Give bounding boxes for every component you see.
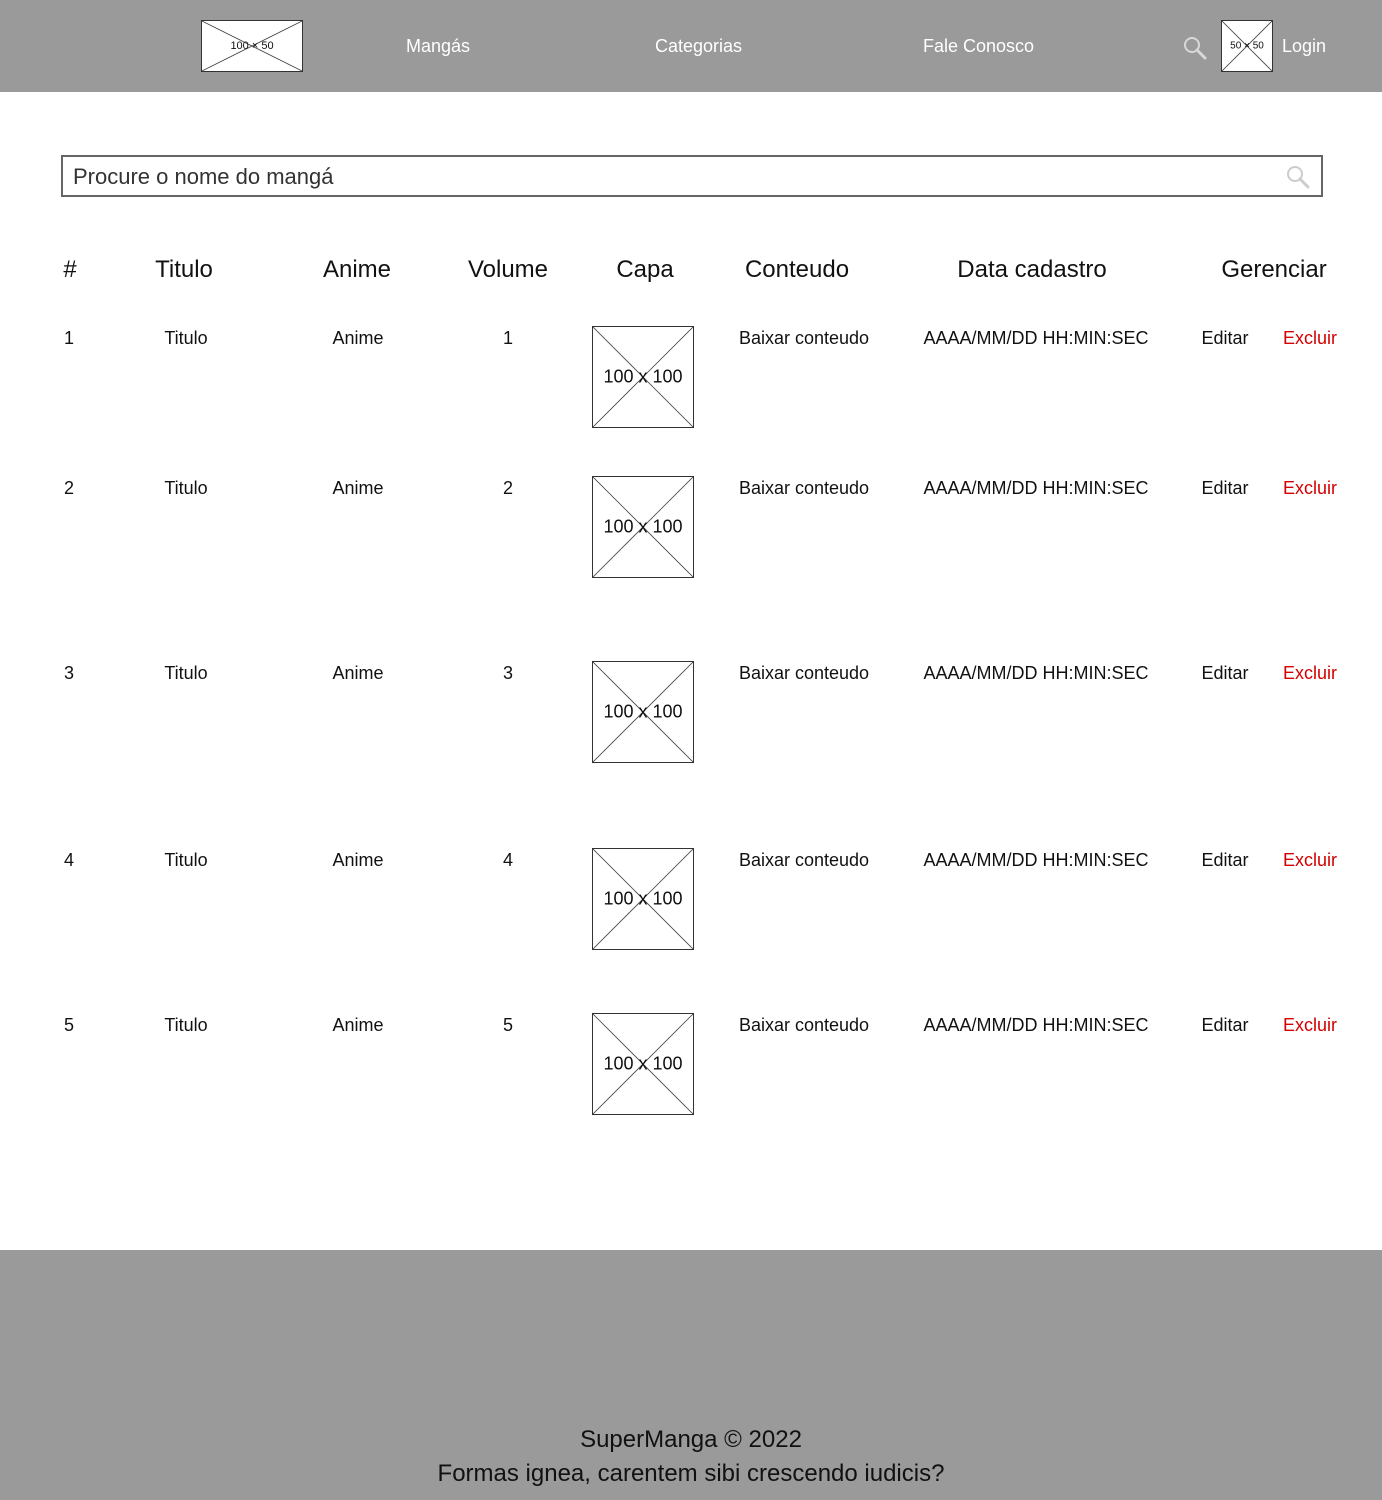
delete-button[interactable]: Excluir [1283,328,1337,349]
cover-image-placeholder: 100 x 100 [592,326,694,428]
edit-button[interactable]: Editar [1201,850,1248,871]
avatar[interactable]: 50 × 50 [1221,20,1273,72]
download-content-link[interactable]: Baixar conteudo [739,663,869,684]
download-content-link[interactable]: Baixar conteudo [739,850,869,871]
search-input[interactable] [73,163,1253,191]
cell-data-cadastro: AAAA/MM/DD HH:MIN:SEC [923,328,1149,348]
cell-titulo: Titulo [164,663,208,683]
cell-data-cadastro: AAAA/MM/DD HH:MIN:SEC [923,1015,1149,1035]
edit-button[interactable]: Editar [1201,328,1248,349]
cell-volume: 1 [502,328,514,348]
avatar-placeholder-label: 50 × 50 [1230,40,1264,52]
cell-volume: 2 [502,478,514,498]
nav-link-fale-conosco[interactable]: Fale Conosco [923,36,1034,57]
download-content-link[interactable]: Baixar conteudo [739,1015,869,1036]
cover-placeholder-label: 100 x 100 [603,516,683,537]
download-content-link[interactable]: Baixar conteudo [739,328,869,349]
footer-tagline: Formas ignea, carentem sibi crescendo iu… [437,1460,945,1487]
download-content-link[interactable]: Baixar conteudo [739,478,869,499]
cell-anime: Anime [332,850,384,870]
footer-copyright: SuperManga © 2022 [580,1426,802,1453]
search-icon[interactable] [1285,164,1311,190]
delete-button[interactable]: Excluir [1283,478,1337,499]
cell-volume: 4 [502,850,514,870]
cell-titulo: Titulo [164,850,208,870]
column-header-titulo: Titulo [155,256,213,283]
manga-search-bar [61,155,1323,197]
logo-image-placeholder[interactable]: 100 × 50 [201,20,303,72]
login-link[interactable]: Login [1282,36,1326,57]
delete-button[interactable]: Excluir [1283,663,1337,684]
top-navbar: 100 × 50 Mangás Categorias Fale Conosco … [0,0,1382,92]
cell-volume: 3 [502,663,514,683]
cell-titulo: Titulo [164,328,208,348]
column-header-capa: Capa [616,256,674,283]
edit-button[interactable]: Editar [1201,663,1248,684]
cell-titulo: Titulo [164,478,208,498]
cell-data-cadastro: AAAA/MM/DD HH:MIN:SEC [923,663,1149,683]
cover-placeholder-label: 100 x 100 [603,701,683,722]
cell-volume: 5 [502,1015,514,1035]
cover-image-placeholder: 100 x 100 [592,1013,694,1115]
column-header-anime: Anime [322,256,392,283]
logo-placeholder-label: 100 × 50 [230,40,274,52]
cell-number: 2 [63,478,75,498]
cell-number: 1 [63,328,75,348]
cover-image-placeholder: 100 x 100 [592,848,694,950]
delete-button[interactable]: Excluir [1283,850,1337,871]
cell-anime: Anime [332,663,384,683]
column-header-data-cadastro: Data cadastro [957,256,1107,283]
cover-image-placeholder: 100 x 100 [592,661,694,763]
cell-titulo: Titulo [164,1015,208,1035]
cell-data-cadastro: AAAA/MM/DD HH:MIN:SEC [923,850,1149,870]
cover-placeholder-label: 100 x 100 [603,1053,683,1074]
cell-anime: Anime [332,328,384,348]
cell-number: 5 [63,1015,75,1035]
cover-image-placeholder: 100 x 100 [592,476,694,578]
cell-number: 4 [63,850,75,870]
column-header-conteudo: Conteudo [744,256,850,283]
nav-link-categorias[interactable]: Categorias [655,36,742,57]
column-header-volume: Volume [467,256,549,283]
cover-placeholder-label: 100 x 100 [603,366,683,387]
edit-button[interactable]: Editar [1201,1015,1248,1036]
delete-button[interactable]: Excluir [1283,1015,1337,1036]
cell-number: 3 [63,663,75,683]
column-header-number: # [63,256,77,283]
edit-button[interactable]: Editar [1201,478,1248,499]
cell-data-cadastro: AAAA/MM/DD HH:MIN:SEC [923,478,1149,498]
column-header-gerenciar: Gerenciar [1221,256,1327,283]
footer: SuperManga © 2022 Formas ignea, carentem… [0,1250,1382,1500]
cell-anime: Anime [332,478,384,498]
cover-placeholder-label: 100 x 100 [603,888,683,909]
nav-link-mangas[interactable]: Mangás [406,36,470,57]
cell-anime: Anime [332,1015,384,1035]
search-icon[interactable] [1182,35,1208,61]
